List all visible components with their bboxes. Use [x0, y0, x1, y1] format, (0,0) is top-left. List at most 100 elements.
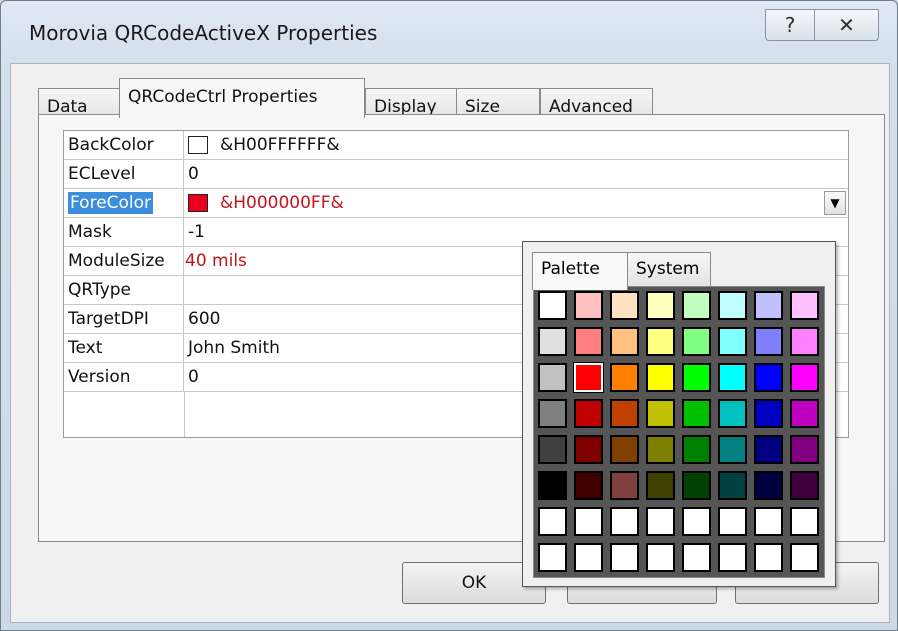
color-swatch-cell[interactable] — [682, 435, 711, 464]
dropdown-button[interactable]: ▼ — [824, 191, 846, 215]
property-name: ECLevel — [64, 160, 184, 188]
tab-label: System — [636, 259, 700, 279]
color-swatch-cell[interactable] — [574, 327, 603, 356]
color-swatch-cell[interactable] — [574, 471, 603, 500]
color-swatch-cell[interactable] — [790, 507, 819, 536]
property-name: QRType — [64, 276, 184, 304]
window-title: Morovia QRCodeActiveX Properties — [29, 21, 378, 45]
color-picker-popup: Palette System — [522, 241, 836, 587]
property-value: &H00FFFFFF& — [188, 135, 340, 155]
color-swatch-cell[interactable] — [573, 362, 604, 393]
color-swatch-cell[interactable] — [538, 363, 567, 392]
color-swatch-cell[interactable] — [754, 327, 783, 356]
color-swatch-cell[interactable] — [538, 399, 567, 428]
color-swatch-cell[interactable] — [574, 399, 603, 428]
tab-system[interactable]: System — [627, 252, 711, 286]
color-swatch-cell[interactable] — [682, 327, 711, 356]
color-swatch-cell[interactable] — [718, 363, 747, 392]
color-swatch-cell[interactable] — [718, 435, 747, 464]
property-row-eclevel[interactable]: ECLevel 0 — [64, 160, 848, 189]
color-swatch-cell[interactable] — [790, 363, 819, 392]
color-swatch-cell[interactable] — [610, 471, 639, 500]
close-button[interactable]: ✕ — [814, 9, 879, 41]
close-icon: ✕ — [838, 13, 855, 37]
tab-label: QRCodeCtrl Properties — [128, 87, 318, 107]
color-swatch-cell[interactable] — [718, 471, 747, 500]
property-row-backcolor[interactable]: BackColor &H00FFFFFF& — [64, 131, 848, 160]
property-name: ModuleSize — [64, 247, 184, 275]
color-swatch-cell[interactable] — [610, 399, 639, 428]
color-swatch-cell[interactable] — [682, 291, 711, 320]
color-swatch-cell[interactable] — [574, 291, 603, 320]
property-name: TargetDPI — [64, 305, 184, 333]
color-swatch-cell[interactable] — [754, 399, 783, 428]
help-button[interactable]: ? — [765, 9, 815, 41]
color-swatch-cell[interactable] — [790, 327, 819, 356]
chevron-down-icon: ▼ — [830, 196, 840, 210]
property-value: John Smith — [188, 338, 280, 358]
color-swatch-cell[interactable] — [610, 327, 639, 356]
color-swatch-cell[interactable] — [790, 399, 819, 428]
color-swatch-cell[interactable] — [790, 291, 819, 320]
color-swatch-cell[interactable] — [610, 507, 639, 536]
color-swatch-cell[interactable] — [610, 435, 639, 464]
property-value: 40 mils — [185, 251, 247, 271]
color-swatch-cell[interactable] — [574, 543, 603, 572]
color-swatch-cell[interactable] — [790, 543, 819, 572]
color-swatch-cell[interactable] — [682, 399, 711, 428]
property-value: 0 — [188, 367, 199, 387]
tab-palette[interactable]: Palette — [532, 252, 628, 290]
color-swatch-cell[interactable] — [538, 291, 567, 320]
property-name: Mask — [64, 218, 184, 246]
property-value: &H000000FF& — [188, 193, 344, 213]
help-icon: ? — [784, 13, 796, 37]
color-swatch-cell[interactable] — [718, 291, 747, 320]
color-swatch-cell[interactable] — [610, 291, 639, 320]
color-swatch-cell[interactable] — [754, 435, 783, 464]
tab-label: Palette — [541, 259, 600, 279]
color-swatch — [188, 194, 208, 212]
color-swatch-cell[interactable] — [754, 543, 783, 572]
color-swatch-cell[interactable] — [682, 363, 711, 392]
property-name: Text — [64, 334, 184, 362]
color-swatch-cell[interactable] — [646, 435, 675, 464]
color-swatch-cell[interactable] — [718, 507, 747, 536]
color-swatch-cell[interactable] — [718, 399, 747, 428]
color-swatch-cell[interactable] — [574, 435, 603, 464]
color-swatch-cell[interactable] — [610, 543, 639, 572]
color-swatch-cell[interactable] — [646, 291, 675, 320]
color-swatch-cell[interactable] — [718, 327, 747, 356]
column-divider — [184, 392, 185, 437]
color-swatch-cell[interactable] — [646, 399, 675, 428]
color-swatch-cell[interactable] — [754, 363, 783, 392]
color-swatch-cell[interactable] — [538, 327, 567, 356]
color-swatch-cell[interactable] — [754, 507, 783, 536]
color-swatch-cell[interactable] — [538, 543, 567, 572]
color-palette-grid — [533, 286, 825, 578]
color-swatch-cell[interactable] — [682, 471, 711, 500]
tab-qrcodectrl-properties[interactable]: QRCodeCtrl Properties — [119, 78, 365, 118]
color-swatch-cell[interactable] — [538, 471, 567, 500]
color-swatch-cell[interactable] — [646, 543, 675, 572]
color-swatch-cell[interactable] — [646, 363, 675, 392]
color-swatch-cell[interactable] — [574, 507, 603, 536]
color-swatch-cell[interactable] — [646, 327, 675, 356]
color-swatch-cell[interactable] — [754, 291, 783, 320]
color-swatch-cell[interactable] — [754, 471, 783, 500]
property-name: Version — [64, 363, 184, 391]
property-value: 0 — [188, 164, 199, 184]
color-swatch-cell[interactable] — [718, 543, 747, 572]
color-swatch-cell[interactable] — [646, 471, 675, 500]
color-swatch-cell[interactable] — [646, 507, 675, 536]
property-name: ForeColor — [64, 189, 184, 217]
color-swatch-cell[interactable] — [538, 435, 567, 464]
property-row-forecolor[interactable]: ForeColor &H000000FF& ▼ — [64, 189, 848, 218]
color-swatch-cell[interactable] — [682, 507, 711, 536]
color-swatch-cell[interactable] — [790, 435, 819, 464]
color-swatch-cell[interactable] — [790, 471, 819, 500]
property-name: BackColor — [64, 131, 184, 159]
color-swatch-cell[interactable] — [610, 363, 639, 392]
color-swatch-cell[interactable] — [538, 507, 567, 536]
color-swatch-cell[interactable] — [682, 543, 711, 572]
property-value: 600 — [188, 309, 221, 329]
